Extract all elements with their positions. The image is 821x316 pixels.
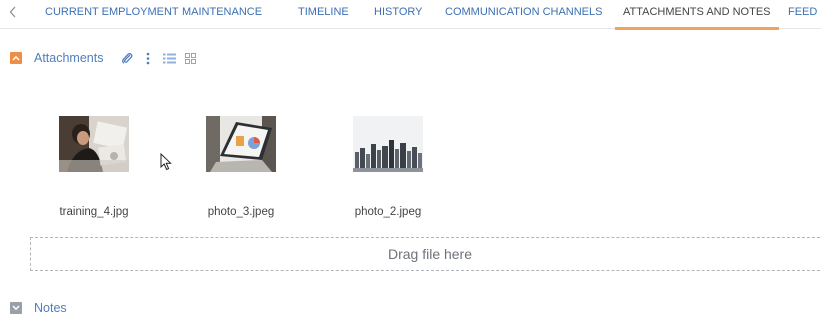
training-photo-thumbnail: [59, 116, 129, 172]
laptop-photo-thumbnail: [206, 116, 276, 172]
attachments-toolbar: [120, 50, 204, 66]
notes-header: Notes: [10, 300, 67, 316]
tab-feed[interactable]: FEED: [788, 0, 817, 29]
tab-current-employment[interactable]: CURRENT EMPLOYMENT: [45, 0, 179, 29]
tab-communication-channels[interactable]: COMMUNICATION CHANNELS: [445, 0, 602, 29]
tile-view-icon[interactable]: [183, 51, 197, 65]
tab-history[interactable]: HISTORY: [374, 0, 423, 29]
list-view-icon[interactable]: [162, 51, 176, 65]
file-name: photo_3.jpeg: [207, 206, 275, 218]
file-tile-photo-2[interactable]: photo_2.jpeg: [333, 116, 443, 226]
attachments-header: Attachments: [10, 50, 103, 66]
tab-attachments-and-notes[interactable]: ATTACHMENTS AND NOTES: [615, 0, 778, 30]
notes-title[interactable]: Notes: [34, 301, 67, 315]
mouse-cursor-icon: [160, 152, 172, 176]
file-name: photo_2.jpeg: [354, 206, 422, 218]
file-tile-photo-3[interactable]: photo_3.jpeg: [186, 116, 296, 226]
skyline-photo-thumbnail: [353, 116, 423, 172]
file-drop-zone[interactable]: Drag file here: [30, 237, 821, 271]
tab-timeline[interactable]: TIMELINE: [298, 0, 349, 29]
tab-bar: CURRENT EMPLOYMENT MAINTENANCE TIMELINE …: [0, 0, 821, 30]
tab-maintenance[interactable]: MAINTENANCE: [182, 0, 262, 29]
file-tile-training-4[interactable]: training_4.jpg: [39, 116, 149, 226]
attachments-title[interactable]: Attachments: [34, 51, 103, 65]
collapse-toggle-icon[interactable]: [10, 52, 22, 64]
expand-toggle-icon[interactable]: [10, 302, 22, 314]
file-name: training_4.jpg: [59, 206, 129, 218]
kebab-menu-icon[interactable]: [141, 51, 155, 65]
chevron-left-icon[interactable]: [6, 5, 20, 21]
drop-zone-label: Drag file here: [387, 246, 473, 262]
paperclip-icon[interactable]: [120, 51, 134, 65]
